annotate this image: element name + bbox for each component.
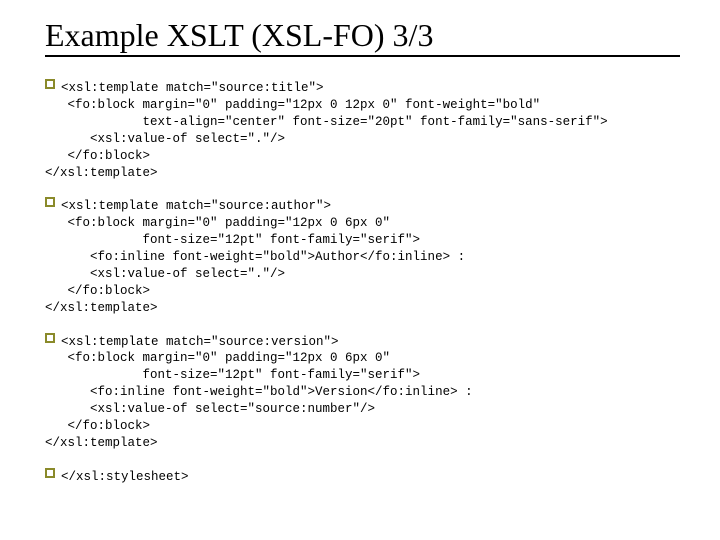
code-line: <xsl:value-of select="source:number"/> — [45, 402, 375, 416]
code-line: <fo:block margin="0" padding="12px 0 6px… — [45, 216, 390, 230]
code-line: </fo:block> — [45, 284, 150, 298]
code-line: <xsl:value-of select="."/> — [45, 132, 285, 146]
code-line: </xsl:template> — [45, 166, 158, 180]
code-line: <fo:block margin="0" padding="12px 0 6px… — [45, 351, 390, 365]
code-line: </xsl:template> — [45, 436, 158, 450]
code-line: text-align="center" font-size="20pt" fon… — [45, 115, 608, 129]
title-underline: Example XSLT (XSL-FO) 3/3 — [45, 18, 680, 57]
code-block-4: </xsl:stylesheet> — [45, 468, 680, 486]
code-line: <xsl:template match="source:version"> — [61, 335, 339, 349]
code-line: </xsl:stylesheet> — [61, 470, 189, 484]
code-line: </xsl:template> — [45, 301, 158, 315]
code-line: </fo:block> — [45, 149, 150, 163]
bullet-icon — [45, 468, 55, 478]
bullet-icon — [45, 79, 55, 89]
code-block-3: <xsl:template match="source:version"> <f… — [45, 333, 680, 452]
code-line: <xsl:template match="source:title"> — [61, 81, 324, 95]
code-line: <xsl:template match="source:author"> — [61, 199, 331, 213]
code-line: font-size="12pt" font-family="serif"> — [45, 233, 420, 247]
code-block-2: <xsl:template match="source:author"> <fo… — [45, 197, 680, 316]
bullet-icon — [45, 333, 55, 343]
code-block-1: <xsl:template match="source:title"> <fo:… — [45, 79, 680, 181]
code-line: font-size="12pt" font-family="serif"> — [45, 368, 420, 382]
bullet-icon — [45, 197, 55, 207]
code-line: <xsl:value-of select="."/> — [45, 267, 285, 281]
page-title: Example XSLT (XSL-FO) 3/3 — [45, 18, 680, 53]
code-line: </fo:block> — [45, 419, 150, 433]
code-line: <fo:inline font-weight="bold">Author</fo… — [45, 250, 465, 264]
slide: Example XSLT (XSL-FO) 3/3 <xsl:template … — [0, 0, 720, 522]
code-line: <fo:inline font-weight="bold">Version</f… — [45, 385, 473, 399]
code-line: <fo:block margin="0" padding="12px 0 12p… — [45, 98, 540, 112]
